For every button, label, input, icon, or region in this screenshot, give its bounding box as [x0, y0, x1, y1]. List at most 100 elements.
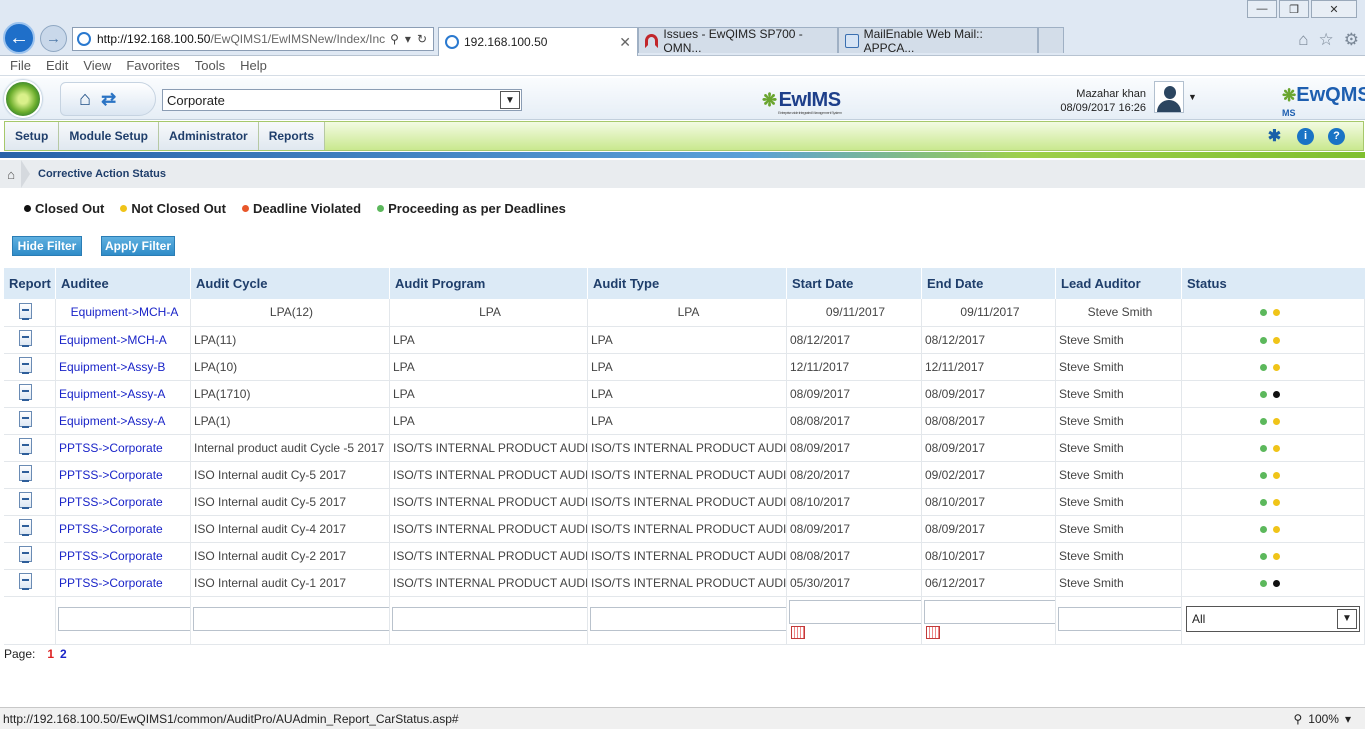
col-start-date[interactable]: Start Date	[786, 268, 922, 299]
calendar-icon[interactable]	[926, 625, 940, 639]
breadcrumb-home-icon[interactable]: ⌂	[1, 167, 21, 182]
refresh-page-icon[interactable]: ↻	[417, 32, 427, 46]
report-document-icon[interactable]	[18, 302, 32, 320]
col-end-date[interactable]: End Date	[921, 268, 1056, 299]
tab-issues[interactable]: Issues - EwQIMS SP700 - OMN...	[638, 27, 838, 55]
dropdown-icon[interactable]: ▾	[405, 32, 411, 46]
auditee-link[interactable]: PPTSS->Corporate	[55, 569, 191, 597]
calendar-icon[interactable]	[791, 625, 805, 639]
favorites-star-icon[interactable]: ☆	[1319, 30, 1334, 50]
page-1-link[interactable]: 1	[47, 647, 54, 661]
menu-help[interactable]: Help	[240, 58, 267, 73]
menu-tools[interactable]: Tools	[195, 58, 225, 73]
organization-select[interactable]: Corporate ▼	[162, 89, 522, 111]
report-document-icon[interactable]	[18, 384, 32, 401]
menu-edit[interactable]: Edit	[46, 58, 68, 73]
menu-file[interactable]: File	[10, 58, 31, 73]
filter-lead-auditor-input[interactable]	[1058, 606, 1181, 631]
col-auditee[interactable]: Auditee	[55, 268, 191, 299]
zoom-control[interactable]: ⚲ 100% ▾	[1293, 712, 1351, 726]
report-document-icon[interactable]	[18, 411, 32, 428]
report-document-icon[interactable]	[18, 573, 32, 590]
table-row[interactable]: Equipment->Assy-A LPA(1710) LPA LPA 08/09/20…	[3, 380, 1365, 408]
report-document-icon[interactable]	[18, 519, 32, 536]
close-window-icon[interactable]: ✕	[1311, 0, 1357, 18]
forward-arrow-icon[interactable]: →	[40, 25, 67, 52]
restore-icon[interactable]: ❐	[1279, 0, 1309, 18]
filter-auditee-input[interactable]	[58, 606, 190, 631]
audit-type-cell: LPA	[587, 326, 787, 354]
minimize-icon[interactable]: —	[1247, 0, 1277, 18]
nav-administrator[interactable]: Administrator	[159, 122, 259, 150]
chevron-down-icon[interactable]: ▾	[1345, 712, 1351, 726]
tab-mail[interactable]: MailEnable Web Mail:: APPCA...	[838, 27, 1038, 55]
info-icon[interactable]: i	[1297, 127, 1314, 145]
chevron-down-icon[interactable]: ▼	[1337, 608, 1357, 629]
table-row[interactable]: PPTSS->Corporate ISO Internal audit Cy-5 …	[3, 461, 1365, 489]
table-row[interactable]: PPTSS->Corporate Internal product audit C…	[3, 434, 1365, 462]
table-row[interactable]: Equipment->MCH-A LPA(11) LPA LPA 08/12/2017 0…	[3, 326, 1365, 354]
page-2-link[interactable]: 2	[60, 647, 67, 661]
report-document-icon[interactable]	[18, 492, 32, 509]
table-row[interactable]: PPTSS->Corporate ISO Internal audit Cy-2 …	[3, 542, 1365, 570]
start-date-cell: 08/09/2017	[786, 515, 922, 543]
report-document-icon[interactable]	[18, 357, 32, 374]
auditee-link[interactable]: Equipment->Assy-A	[55, 380, 191, 408]
hide-filter-button[interactable]: Hide Filter	[12, 236, 82, 256]
menu-view[interactable]: View	[83, 58, 111, 73]
col-audit-cycle[interactable]: Audit Cycle	[190, 268, 390, 299]
table-row[interactable]: Equipment->MCH-A LPA(12) LPA LPA 09/11/2017 0…	[3, 299, 1365, 327]
refresh-icon[interactable]: ⇄	[101, 89, 116, 110]
auditee-link[interactable]: Equipment->MCH-A	[55, 326, 191, 354]
auditee-link[interactable]: Equipment->Assy-A	[55, 407, 191, 435]
filter-end-date-input[interactable]	[924, 599, 1055, 624]
report-document-icon[interactable]	[18, 546, 32, 563]
address-bar[interactable]: http://192.168.100.50/EwQIMS1/EwIMSNew/I…	[72, 27, 434, 51]
nav-setup[interactable]: Setup	[5, 122, 60, 150]
user-menu-caret-icon[interactable]: ▼	[1188, 92, 1197, 102]
nav-module-setup[interactable]: Module Setup	[59, 122, 160, 150]
filter-status-select[interactable]: All ▼	[1186, 605, 1360, 632]
avatar[interactable]	[1154, 81, 1184, 113]
report-document-icon[interactable]	[18, 465, 32, 482]
home-icon[interactable]: ⌂	[79, 88, 91, 111]
app-logo-icon[interactable]	[4, 80, 42, 118]
home-browser-icon[interactable]: ⌂	[1298, 30, 1308, 50]
report-document-icon[interactable]	[18, 438, 32, 455]
help-icon[interactable]: ?	[1328, 127, 1345, 145]
pin-icon[interactable]: ✱	[1266, 128, 1283, 145]
report-document-icon[interactable]	[18, 330, 32, 347]
table-row[interactable]: PPTSS->Corporate ISO Internal audit Cy-1 …	[3, 569, 1365, 597]
filter-program-input[interactable]	[392, 606, 587, 631]
table-row[interactable]: Equipment->Assy-A LPA(1) LPA LPA 08/08/2017 0…	[3, 407, 1365, 435]
auditee-link[interactable]: PPTSS->Corporate	[55, 542, 191, 570]
col-audit-program[interactable]: Audit Program	[389, 268, 588, 299]
chevron-down-icon[interactable]: ▼	[500, 91, 520, 109]
table-row[interactable]: Equipment->Assy-B LPA(10) LPA LPA 12/11/2017…	[3, 353, 1365, 381]
new-tab-button[interactable]	[1038, 27, 1064, 53]
status-cell	[1181, 326, 1365, 354]
search-icon[interactable]: ⚲	[390, 32, 399, 46]
auditee-link[interactable]: PPTSS->Corporate	[55, 515, 191, 543]
settings-gear-icon[interactable]: ⚙	[1344, 30, 1359, 50]
table-row[interactable]: PPTSS->Corporate ISO Internal audit Cy-4 …	[3, 515, 1365, 543]
auditee-link[interactable]: Equipment->Assy-B	[55, 353, 191, 381]
filter-cycle-input[interactable]	[193, 606, 389, 631]
col-lead-auditor[interactable]: Lead Auditor	[1055, 268, 1182, 299]
col-report[interactable]: Report	[3, 268, 56, 299]
apply-filter-button[interactable]: Apply Filter	[101, 236, 175, 256]
nav-reports[interactable]: Reports	[258, 122, 326, 150]
tab-close-icon[interactable]: ✕	[619, 34, 631, 51]
auditee-link[interactable]: PPTSS->Corporate	[55, 488, 191, 516]
table-row[interactable]: PPTSS->Corporate ISO Internal audit Cy-5 …	[3, 488, 1365, 516]
col-status[interactable]: Status	[1181, 268, 1365, 299]
auditee-link[interactable]: PPTSS->Corporate	[55, 434, 191, 462]
auditee-link[interactable]: Equipment->MCH-A	[55, 299, 191, 327]
col-audit-type[interactable]: Audit Type	[587, 268, 787, 299]
filter-type-input[interactable]	[590, 606, 786, 631]
tab-current[interactable]: 192.168.100.50 ✕	[438, 27, 638, 56]
back-arrow-icon[interactable]: ←	[3, 22, 35, 54]
filter-start-date-input[interactable]	[789, 599, 921, 624]
auditee-link[interactable]: PPTSS->Corporate	[55, 461, 191, 489]
menu-favorites[interactable]: Favorites	[126, 58, 179, 73]
